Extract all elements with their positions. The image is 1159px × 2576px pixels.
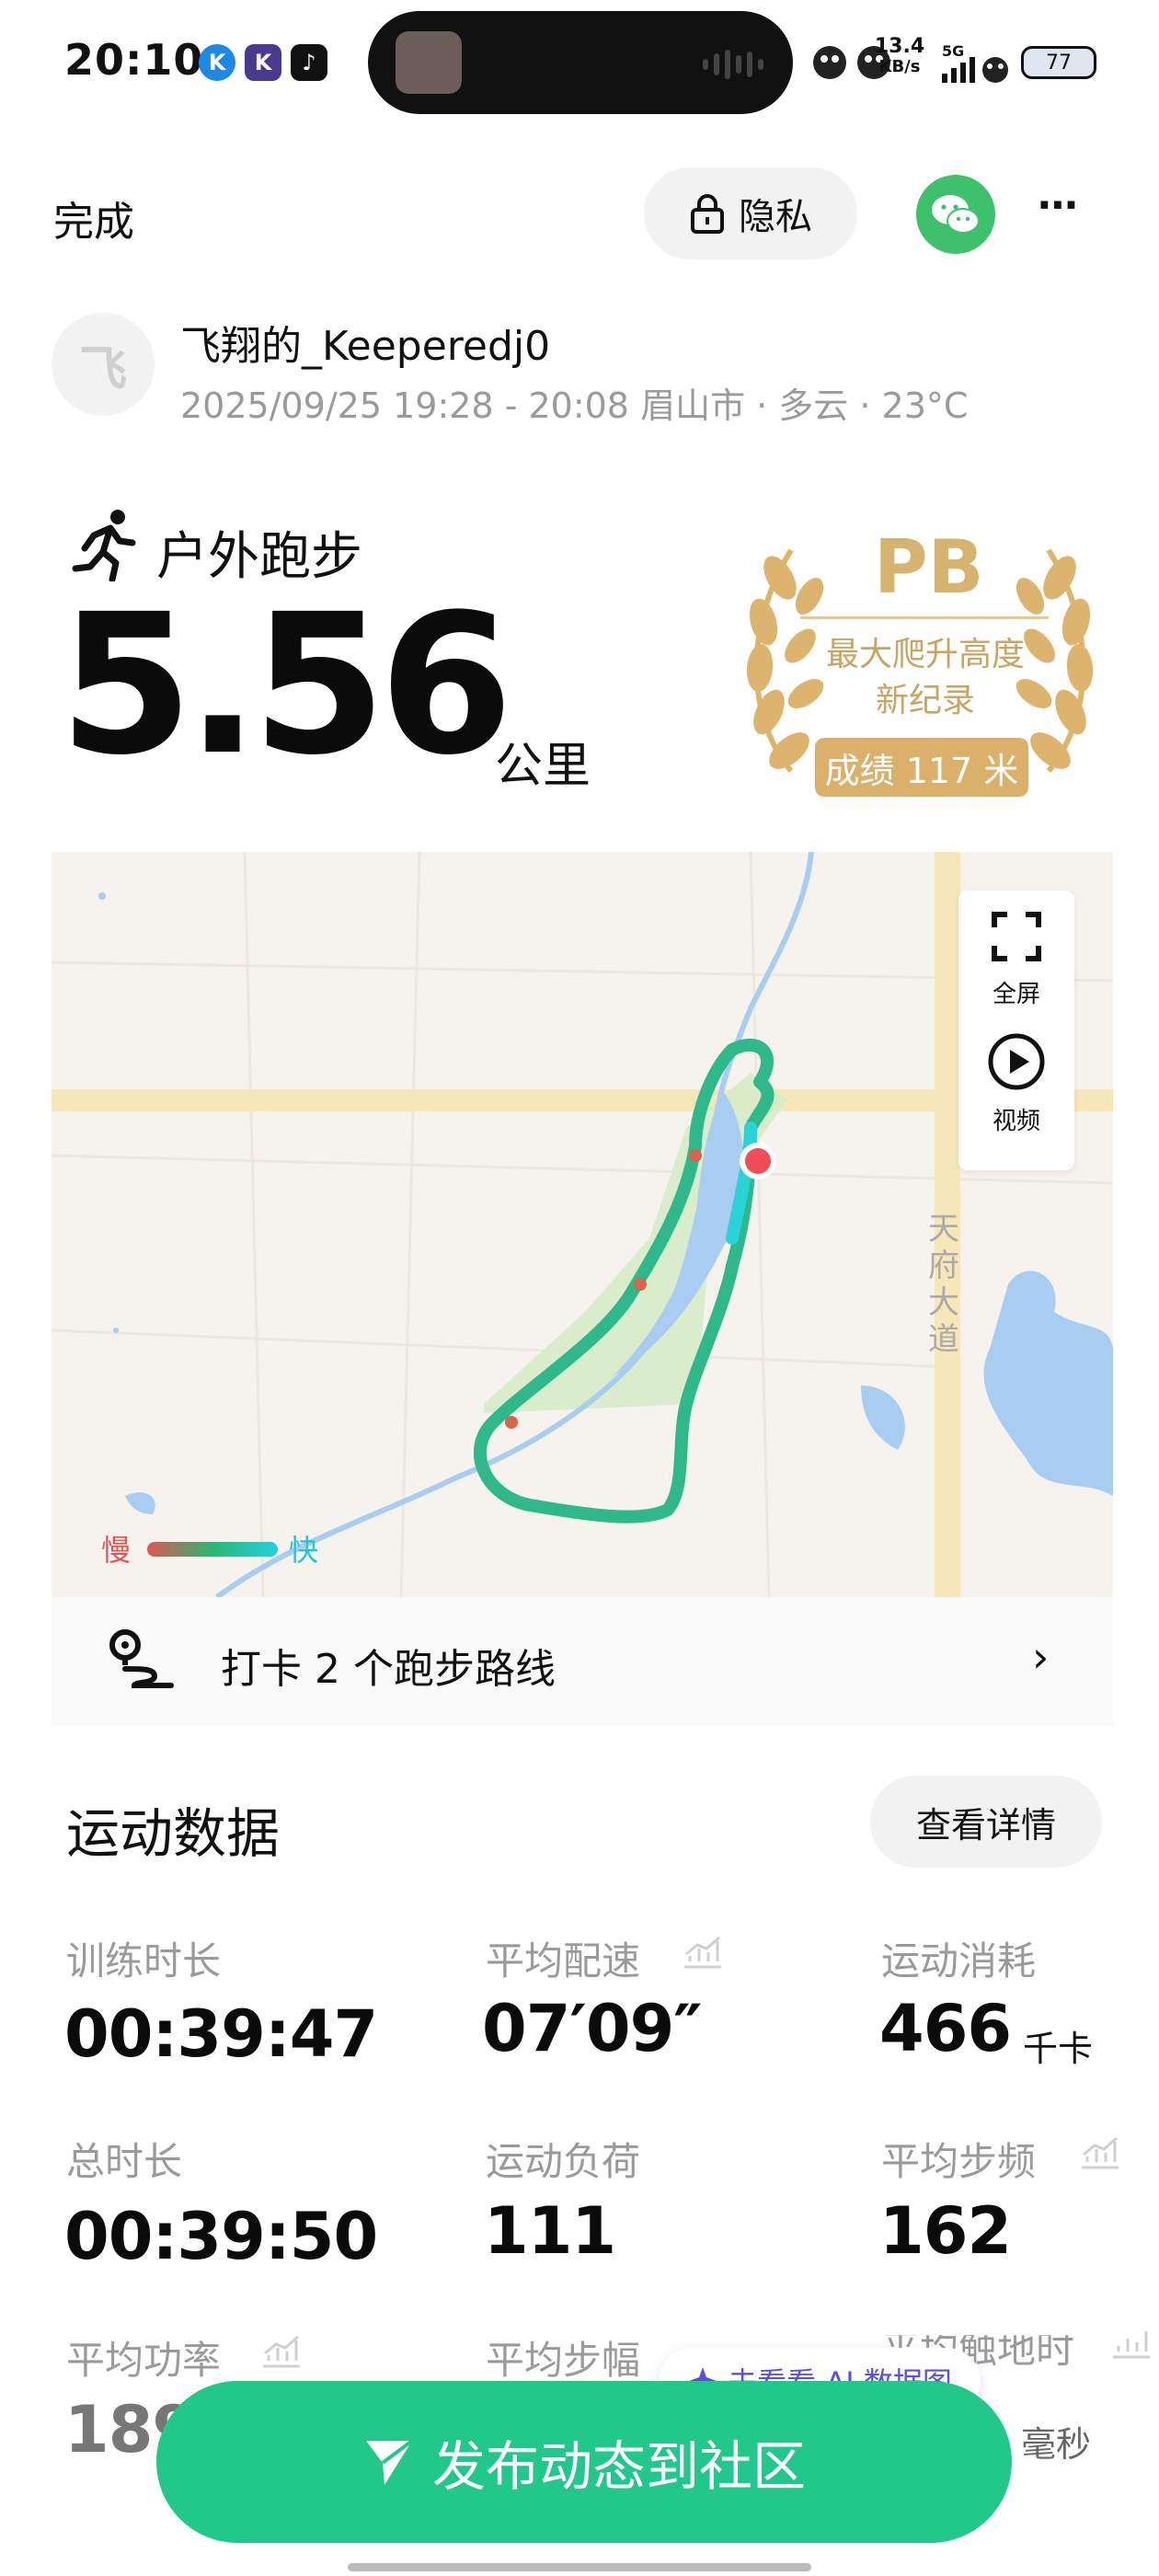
chart-icon xyxy=(1082,2136,1119,2169)
stat-value-training-time: 00:39:47 xyxy=(64,1996,378,2072)
signal-bars-icon xyxy=(942,57,1008,83)
audio-wave-icon xyxy=(703,50,763,79)
tiktok-icon: ♪ xyxy=(291,44,327,81)
map-tools-panel: 全屏 视频 xyxy=(958,891,1074,1170)
app-k-icon-blue: K xyxy=(199,44,235,81)
status-time: 20:10 xyxy=(64,35,204,85)
network-speed: 13.4 KB/s xyxy=(874,37,925,77)
stat-label-training-load: 运动负荷 xyxy=(486,2139,641,2184)
route-checkin-label: 打卡 2 个跑步路线 xyxy=(221,1646,556,1693)
pb-title: PB xyxy=(874,524,984,610)
chart-icon xyxy=(263,2335,300,2368)
distance-unit: 公里 xyxy=(495,739,591,794)
avatar[interactable]: 飞 xyxy=(52,313,155,416)
publish-to-community-button[interactable]: 发布动态到社区 xyxy=(156,2381,1012,2543)
stat-unit-ground-contact: 毫秒 xyxy=(1021,2424,1092,2465)
pace-legend-bar xyxy=(147,1542,278,1557)
route-checkin-row[interactable] xyxy=(52,1597,1113,1726)
stat-label-cadence: 平均步频 xyxy=(881,2139,1037,2184)
media-thumbnail xyxy=(396,31,462,94)
chart-icon xyxy=(684,1936,721,1969)
wechat-share-button[interactable] xyxy=(916,175,995,254)
legend-slow: 慢 xyxy=(101,1533,132,1568)
fullscreen-icon xyxy=(992,912,1041,961)
home-indicator[interactable] xyxy=(348,2563,811,2571)
pb-divider xyxy=(800,616,1049,619)
publish-label: 发布动态到社区 xyxy=(431,2435,806,2498)
lock-icon xyxy=(691,194,724,234)
fullscreen-label: 全屏 xyxy=(992,981,1040,1008)
stat-label-total-time: 总时长 xyxy=(66,2139,183,2184)
video-label: 视频 xyxy=(992,1108,1040,1135)
legend-fast: 快 xyxy=(289,1533,319,1568)
pb-score-badge: 成绩 117 米 xyxy=(815,738,1028,797)
activity-meta: 2025/09/25 19:28 - 20:08 眉山市 · 多云 · 23°C xyxy=(180,385,969,426)
net-speed-unit: KB/s xyxy=(878,57,921,76)
pb-new-record: 新纪录 xyxy=(875,682,975,719)
play-video-icon xyxy=(988,1033,1045,1090)
more-options-button[interactable]: ⋯ xyxy=(1038,182,1082,229)
wechat-icon xyxy=(932,195,980,234)
stat-value-training-load: 111 xyxy=(484,2193,616,2269)
stat-value-avg-pace: 07′09″ xyxy=(482,1991,703,2066)
send-icon xyxy=(365,2439,414,2485)
pb-record-type: 最大爬升高度 xyxy=(825,636,1025,673)
route-pin-icon xyxy=(109,1629,174,1688)
road-name-label: 天府大道 xyxy=(928,1211,959,1358)
running-icon xyxy=(72,510,136,581)
fullscreen-button[interactable] xyxy=(958,909,1074,964)
section-title: 运动数据 xyxy=(66,1802,281,1865)
stat-label-stride: 平均步幅 xyxy=(486,2338,641,2383)
chart-icon xyxy=(1113,2331,1150,2359)
privacy-button[interactable]: 隐私 xyxy=(644,167,857,259)
chevron-right-icon: › xyxy=(1032,1632,1050,1682)
done-button[interactable]: 完成 xyxy=(53,189,134,247)
stat-value-cadence: 162 xyxy=(879,2193,1012,2269)
net-speed-value: 13.4 xyxy=(874,35,925,58)
stat-label-avg-pace: 平均配速 xyxy=(486,1938,641,1984)
stat-value-total-time: 00:39:50 xyxy=(64,2199,378,2274)
video-button[interactable] xyxy=(958,1032,1074,1091)
stat-label-calories: 运动消耗 xyxy=(881,1938,1037,1984)
battery-indicator: 77 xyxy=(1021,46,1096,79)
view-details-button[interactable]: 查看详情 xyxy=(870,1776,1102,1868)
distance-value: 5.56 xyxy=(59,572,513,798)
stat-label-training-time: 训练时长 xyxy=(66,1938,222,1984)
privacy-label: 隐私 xyxy=(739,196,812,238)
stat-value-calories: 466 xyxy=(879,1991,1012,2066)
stat-unit-calories: 千卡 xyxy=(1023,2029,1094,2069)
stat-label-avg-power: 平均功率 xyxy=(66,2338,222,2383)
user-name: 飞翔的_Keeperedj0 xyxy=(180,323,551,370)
app-k-icon-purple: K xyxy=(245,44,281,81)
